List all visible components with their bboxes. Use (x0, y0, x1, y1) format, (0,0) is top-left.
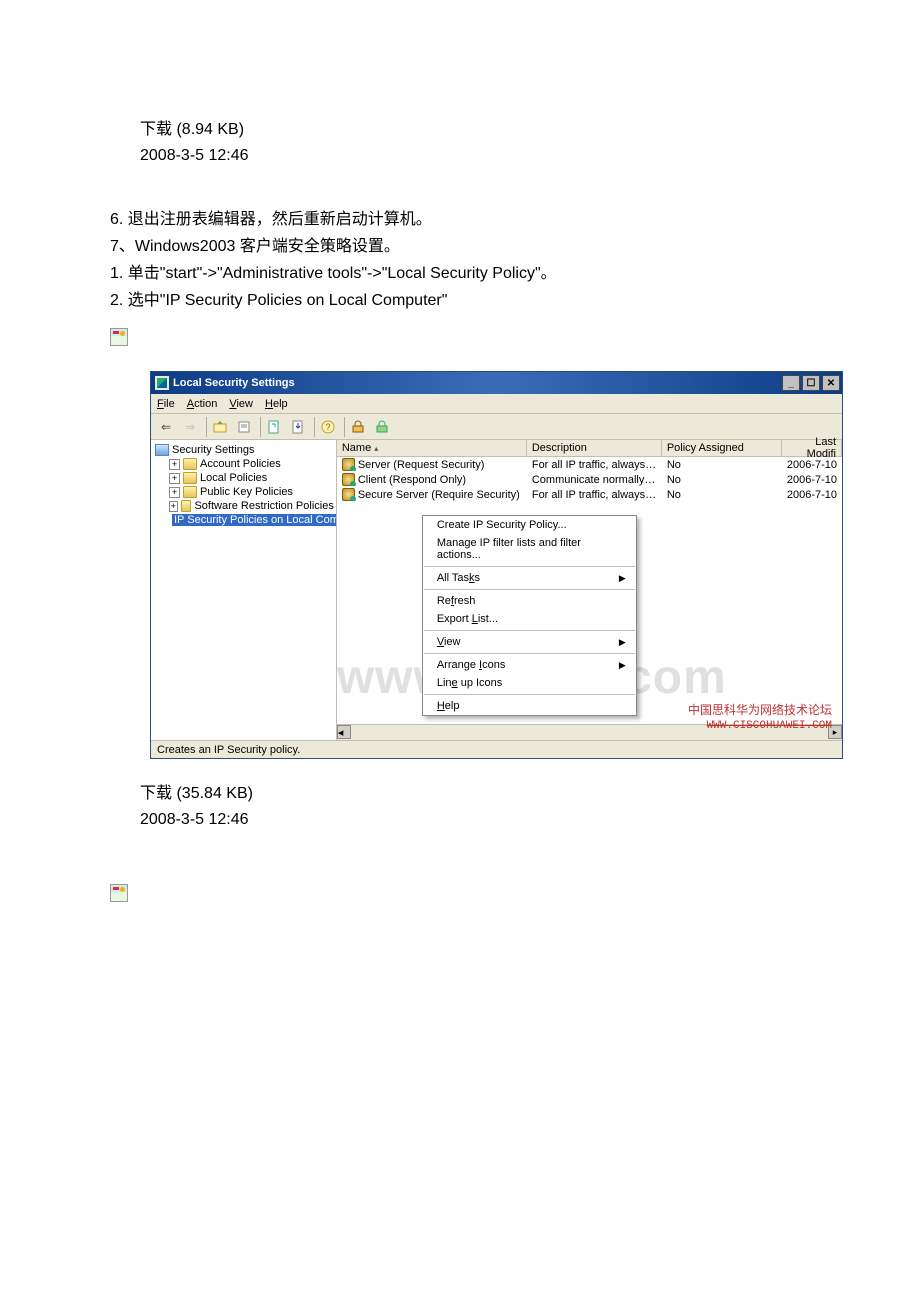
timestamp-bottom: 2008-3-5 12:46 (140, 811, 810, 829)
folder-icon (183, 486, 197, 498)
step-7: 7、Windows2003 客户端安全策略设置。 (110, 232, 810, 256)
timestamp-top: 2008-3-5 12:46 (140, 147, 810, 165)
security-settings-icon (155, 444, 169, 456)
app-icon (155, 376, 169, 390)
cm-separator (424, 653, 635, 654)
policy-icon (342, 473, 355, 486)
cm-separator (424, 630, 635, 631)
statusbar: Creates an IP Security policy. (151, 740, 842, 758)
toolbar-sep (203, 417, 207, 437)
tree-public-key[interactable]: + Public Key Policies (151, 485, 336, 499)
refresh-button[interactable] (263, 417, 285, 437)
menubar: File Action View Help (151, 394, 842, 414)
table-row[interactable]: Server (Request Security) For all IP tra… (337, 457, 842, 472)
expand-icon[interactable]: + (169, 473, 180, 484)
help-button[interactable]: ? (317, 417, 339, 437)
tree-ipsec[interactable]: IP Security Policies on Local Computer (151, 513, 336, 527)
cm-arrange-icons[interactable]: Arrange Icons▶ (423, 656, 636, 674)
submenu-arrow-icon: ▶ (619, 637, 626, 648)
status-text: Creates an IP Security policy. (157, 744, 300, 756)
broken-image-icon (110, 328, 128, 346)
cm-help[interactable]: Help (423, 697, 636, 715)
cm-export[interactable]: Export List... (423, 610, 636, 628)
step-7-1: 1. 单击"start"->"Administrative tools"->"L… (110, 259, 810, 283)
download-label[interactable]: 下载 (140, 121, 172, 138)
step-6: 6. 退出注册表编辑器，然后重新启动计算机。 (110, 205, 810, 229)
cm-create-policy[interactable]: Create IP Security Policy... (423, 516, 636, 534)
policy-tool2-button[interactable] (371, 417, 393, 437)
tree-root[interactable]: Security Settings (151, 443, 336, 457)
folder-icon (183, 458, 197, 470)
back-button[interactable]: ⇐ (155, 417, 177, 437)
step-7-2: 2. 选中"IP Security Policies on Local Comp… (110, 286, 810, 310)
menu-action[interactable]: Action (187, 398, 218, 410)
list-header: Name ▴ Description Policy Assigned Last … (337, 440, 842, 457)
cm-manage-filters[interactable]: Manage IP filter lists and filter action… (423, 534, 636, 564)
policy-tool1-button[interactable] (347, 417, 369, 437)
window-body: Security Settings + Account Policies + L… (151, 440, 842, 740)
table-row[interactable]: Client (Respond Only) Communicate normal… (337, 472, 842, 487)
watermark-cn: 中国思科华为网络技术论坛 (688, 701, 832, 718)
maximize-button[interactable]: ☐ (802, 375, 820, 391)
export-button[interactable] (287, 417, 309, 437)
tree-local-policies[interactable]: + Local Policies (151, 471, 336, 485)
folder-icon (181, 500, 192, 512)
tree-pane[interactable]: Security Settings + Account Policies + L… (151, 440, 337, 740)
window-titlebar[interactable]: Local Security Settings _ ☐ ✕ (151, 372, 842, 394)
download-label[interactable]: 下载 (140, 785, 172, 802)
submenu-arrow-icon: ▶ (619, 573, 626, 584)
menu-view[interactable]: View (229, 398, 253, 410)
properties-button[interactable] (233, 417, 255, 437)
toolbar-sep4 (341, 417, 345, 437)
broken-image-icon (110, 884, 128, 902)
sort-asc-icon: ▴ (374, 444, 378, 453)
download-size: (8.94 KB) (176, 121, 244, 138)
column-name[interactable]: Name ▴ (337, 440, 527, 456)
cm-refresh[interactable]: Refresh (423, 592, 636, 610)
folder-icon (183, 472, 197, 484)
expand-icon[interactable]: + (169, 459, 180, 470)
expand-icon[interactable]: + (169, 501, 178, 512)
download-line-top: 下载 (8.94 KB) (140, 115, 810, 139)
expand-icon[interactable]: + (169, 487, 180, 498)
list-pane[interactable]: Name ▴ Description Policy Assigned Last … (337, 440, 842, 740)
window-title: Local Security Settings (173, 377, 782, 389)
download-line-bottom: 下载 (35.84 KB) (140, 779, 810, 803)
toolbar-sep2 (257, 417, 261, 437)
svg-text:?: ? (325, 422, 330, 432)
minimize-button[interactable]: _ (782, 375, 800, 391)
column-modified[interactable]: Last Modifi (782, 440, 842, 456)
cm-all-tasks[interactable]: All Tasks▶ (423, 569, 636, 587)
cm-separator (424, 566, 635, 567)
submenu-arrow-icon: ▶ (619, 660, 626, 671)
tree-account-policies[interactable]: + Account Policies (151, 457, 336, 471)
cm-separator (424, 589, 635, 590)
watermark-url: WWW.CISCOHUAWEI.COM (707, 720, 832, 732)
up-button[interactable] (209, 417, 231, 437)
cm-separator (424, 694, 635, 695)
policy-icon (342, 458, 355, 471)
menu-file[interactable]: File (157, 398, 175, 410)
policy-icon (342, 488, 355, 501)
close-button[interactable]: ✕ (822, 375, 840, 391)
menu-help[interactable]: Help (265, 398, 288, 410)
download-size: (35.84 KB) (176, 785, 252, 802)
scroll-left-button[interactable]: ◂ (337, 725, 351, 739)
column-description[interactable]: Description (527, 440, 662, 456)
cm-view[interactable]: View▶ (423, 633, 636, 651)
table-row[interactable]: Secure Server (Require Security) For all… (337, 487, 842, 502)
cm-lineup-icons[interactable]: Line up Icons (423, 674, 636, 692)
toolbar-sep3 (311, 417, 315, 437)
context-menu: Create IP Security Policy... Manage IP f… (422, 515, 637, 716)
column-policy[interactable]: Policy Assigned (662, 440, 782, 456)
forward-button[interactable]: ⇒ (179, 417, 201, 437)
local-security-window: Local Security Settings _ ☐ ✕ File Actio… (150, 371, 843, 759)
toolbar: ⇐ ⇒ ? (151, 414, 842, 440)
tree-software-restriction[interactable]: + Software Restriction Policies (151, 499, 336, 513)
